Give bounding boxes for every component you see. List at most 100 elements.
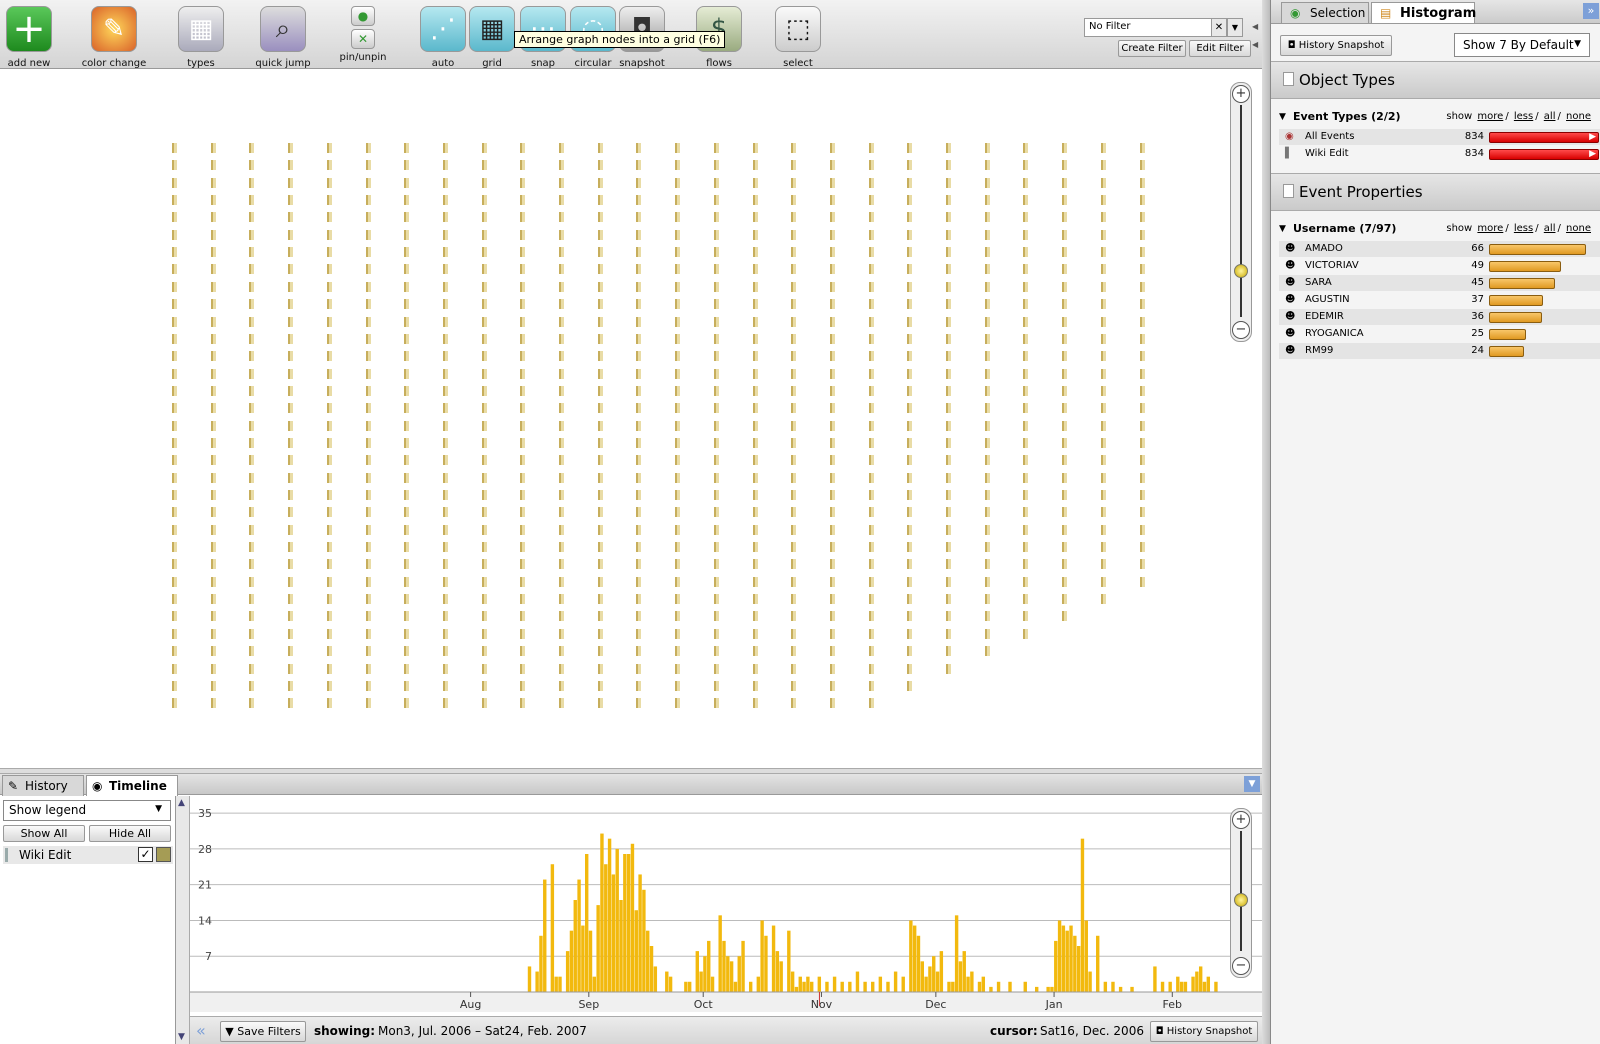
- graph-node[interactable]: [481, 524, 487, 535]
- graph-node[interactable]: [829, 385, 835, 396]
- graph-node[interactable]: [946, 351, 951, 362]
- graph-node[interactable]: [442, 299, 448, 310]
- graph-node[interactable]: [1023, 281, 1029, 292]
- graph-node[interactable]: [713, 594, 719, 605]
- graph-zoom-slider[interactable]: + −: [1230, 82, 1252, 342]
- graph-node[interactable]: [559, 333, 564, 344]
- collapse-down-icon[interactable]: ▼: [1244, 776, 1260, 792]
- graph-node[interactable]: [404, 680, 410, 691]
- graph-node[interactable]: [172, 594, 177, 605]
- graph-node[interactable]: [365, 576, 371, 587]
- graph-node[interactable]: [481, 212, 487, 223]
- graph-node[interactable]: [481, 351, 487, 362]
- graph-node[interactable]: [752, 385, 758, 396]
- graph-node[interactable]: [752, 472, 758, 483]
- graph-node[interactable]: [1062, 507, 1068, 518]
- graph-node[interactable]: [249, 490, 255, 500]
- graph-node[interactable]: [829, 403, 835, 414]
- graph-node[interactable]: [946, 195, 951, 206]
- graph-node[interactable]: [829, 160, 835, 171]
- graph-node[interactable]: [713, 333, 719, 344]
- graph-node[interactable]: [365, 628, 371, 639]
- graph-node[interactable]: [559, 524, 564, 535]
- tab-history[interactable]: ✎ History: [2, 775, 84, 796]
- graph-node[interactable]: [1139, 177, 1145, 188]
- graph-node[interactable]: [1100, 281, 1106, 292]
- graph-node[interactable]: [597, 542, 603, 553]
- graph-node[interactable]: [559, 299, 564, 310]
- graph-node[interactable]: [752, 299, 758, 310]
- graph-node[interactable]: [1100, 507, 1106, 518]
- graph-node[interactable]: [326, 403, 332, 414]
- graph-node[interactable]: [791, 351, 797, 362]
- graph-node[interactable]: [520, 143, 526, 153]
- graph-node[interactable]: [1062, 420, 1068, 431]
- filter-input[interactable]: No Filter: [1084, 18, 1212, 37]
- graph-node[interactable]: [907, 264, 913, 275]
- graph-node[interactable]: [1139, 333, 1145, 344]
- graph-node[interactable]: [172, 212, 177, 223]
- graph-node[interactable]: [946, 524, 951, 535]
- graph-node[interactable]: [907, 212, 913, 223]
- graph-node[interactable]: [210, 333, 216, 344]
- graph-node[interactable]: [675, 559, 681, 570]
- graph-node[interactable]: [481, 229, 487, 240]
- graph-node[interactable]: [210, 698, 216, 709]
- graph-node[interactable]: [713, 195, 719, 206]
- graph-node[interactable]: [713, 680, 719, 691]
- graph-node[interactable]: [326, 472, 332, 483]
- graph-node[interactable]: [1139, 351, 1145, 362]
- graph-node[interactable]: [946, 160, 951, 171]
- graph-node[interactable]: [559, 455, 564, 466]
- graph-node[interactable]: [868, 576, 874, 587]
- graph-node[interactable]: [984, 316, 990, 327]
- graph-node[interactable]: [636, 403, 642, 414]
- graph-node[interactable]: [172, 229, 177, 240]
- graph-node[interactable]: [829, 646, 835, 657]
- graph-node[interactable]: [946, 576, 951, 587]
- graph-node[interactable]: [481, 680, 487, 691]
- graph-node[interactable]: [791, 576, 797, 587]
- graph-node[interactable]: [172, 247, 177, 258]
- graph-node[interactable]: [559, 490, 564, 500]
- graph-node[interactable]: [365, 247, 371, 258]
- graph-node[interactable]: [829, 143, 835, 153]
- graph-node[interactable]: [249, 333, 255, 344]
- graph-node[interactable]: [752, 594, 758, 605]
- graph-node[interactable]: [1023, 351, 1029, 362]
- graph-node[interactable]: [1023, 333, 1029, 344]
- graph-node[interactable]: [210, 351, 216, 362]
- graph-node[interactable]: [326, 351, 332, 362]
- graph-node[interactable]: [597, 403, 603, 414]
- graph-node[interactable]: [481, 316, 487, 327]
- graph-node[interactable]: [326, 299, 332, 310]
- graph-node[interactable]: [597, 316, 603, 327]
- graph-node[interactable]: [597, 490, 603, 500]
- graph-node[interactable]: [481, 542, 487, 553]
- graph-node[interactable]: [442, 160, 448, 171]
- graph-node[interactable]: [481, 611, 487, 622]
- graph-node[interactable]: [249, 143, 255, 153]
- graph-node[interactable]: [520, 212, 526, 223]
- graph-node[interactable]: [636, 611, 642, 622]
- graph-node[interactable]: [868, 299, 874, 310]
- graph-node[interactable]: [249, 472, 255, 483]
- graph-node[interactable]: [868, 143, 874, 153]
- graph-node[interactable]: [481, 490, 487, 500]
- graph-node[interactable]: [404, 611, 410, 622]
- graph-node[interactable]: [559, 143, 564, 153]
- graph-node[interactable]: [868, 437, 874, 448]
- graph-node[interactable]: [597, 368, 603, 379]
- graph-node[interactable]: [481, 663, 487, 674]
- graph-node[interactable]: [907, 351, 913, 362]
- graph-node[interactable]: [365, 542, 371, 553]
- graph-node[interactable]: [946, 333, 951, 344]
- graph-node[interactable]: [713, 368, 719, 379]
- graph-node[interactable]: [365, 229, 371, 240]
- graph-node[interactable]: [675, 455, 681, 466]
- tab-selection[interactable]: ◉ Selection: [1281, 2, 1369, 23]
- graph-node[interactable]: [597, 195, 603, 206]
- graph-node[interactable]: [326, 455, 332, 466]
- graph-node[interactable]: [249, 594, 255, 605]
- graph-node[interactable]: [1139, 143, 1145, 153]
